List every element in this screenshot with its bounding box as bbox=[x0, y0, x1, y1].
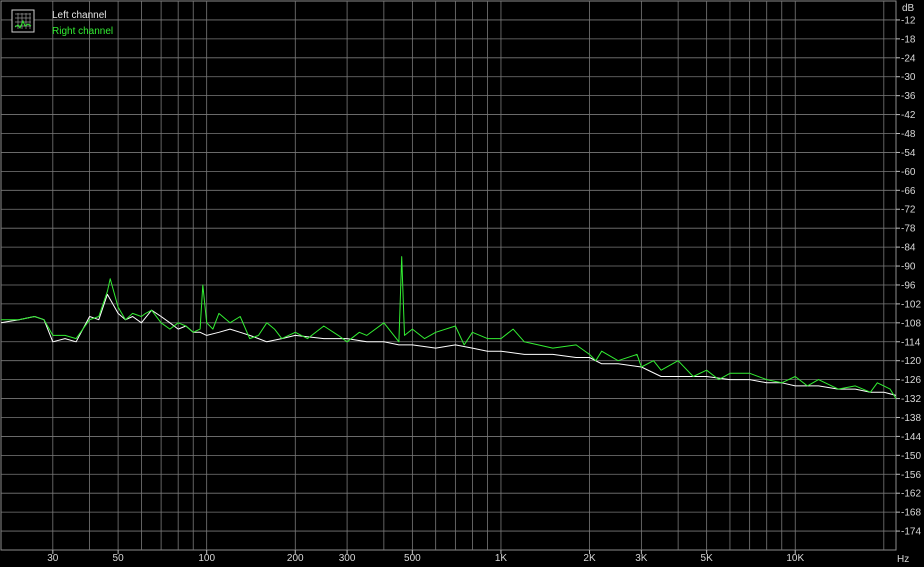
y-tick-label: -114 bbox=[901, 337, 921, 348]
x-axis-ticks: 30 50 100 200 300 500 1K 2K 3K 5K 10K bbox=[47, 550, 804, 564]
x-tick-label: 300 bbox=[339, 553, 356, 564]
y-tick-label: -144 bbox=[901, 432, 921, 443]
y-tick-label: -96 bbox=[901, 280, 916, 291]
y-tick-label: -174 bbox=[901, 527, 921, 538]
y-axis-ticks: -12 -18 -24 -30 -36 -42 -48 -54 -60 -66 -72 -78 -84 -… bbox=[896, 15, 921, 538]
fft-spectrum-chart: 30 50 100 200 300 500 1K 2K 3K 5K 10K -12 -18 -24 -30… bbox=[0, 0, 921, 565]
x-tick-label: 50 bbox=[113, 553, 125, 564]
y-axis-unit: dB bbox=[902, 3, 915, 14]
y-tick-label: -108 bbox=[901, 318, 921, 329]
y-tick-label: -162 bbox=[901, 489, 921, 500]
x-tick-label: 10K bbox=[786, 553, 804, 564]
y-tick-label: -30 bbox=[901, 72, 916, 83]
x-tick-label: 5K bbox=[701, 553, 714, 564]
legend-left-channel-label: Left channel bbox=[52, 10, 107, 21]
y-tick-label: -156 bbox=[901, 470, 921, 481]
y-tick-label: -90 bbox=[901, 262, 916, 273]
y-tick-label: -24 bbox=[901, 53, 916, 64]
legend-right-channel-label: Right channel bbox=[52, 26, 113, 37]
y-tick-label: -150 bbox=[901, 451, 921, 462]
plot-area bbox=[0, 0, 897, 551]
y-tick-label: -36 bbox=[901, 91, 916, 102]
y-tick-label: -54 bbox=[901, 148, 916, 159]
y-tick-label: -60 bbox=[901, 167, 916, 178]
y-tick-label: -66 bbox=[901, 186, 916, 197]
x-tick-label: 100 bbox=[198, 553, 215, 564]
y-tick-label: -120 bbox=[901, 356, 921, 367]
y-tick-label: -84 bbox=[901, 243, 916, 254]
y-tick-label: -18 bbox=[901, 34, 916, 45]
y-tick-label: -42 bbox=[901, 110, 916, 121]
y-tick-label: -126 bbox=[901, 375, 921, 386]
x-tick-label: 2K bbox=[583, 553, 596, 564]
y-tick-label: -12 bbox=[901, 15, 916, 26]
y-tick-label: -48 bbox=[901, 129, 916, 140]
y-tick-label: -102 bbox=[901, 299, 921, 310]
x-tick-label: 30 bbox=[47, 553, 59, 564]
y-tick-label: -132 bbox=[901, 394, 921, 405]
y-tick-label: -138 bbox=[901, 413, 921, 424]
x-tick-label: 1K bbox=[495, 553, 508, 564]
y-tick-label: -78 bbox=[901, 224, 916, 235]
x-tick-label: 200 bbox=[287, 553, 304, 564]
x-axis-unit: Hz bbox=[897, 554, 909, 565]
y-tick-label: -72 bbox=[901, 205, 916, 216]
x-tick-label: 3K bbox=[635, 553, 648, 564]
y-tick-label: -168 bbox=[901, 508, 921, 519]
x-tick-label: 500 bbox=[404, 553, 421, 564]
